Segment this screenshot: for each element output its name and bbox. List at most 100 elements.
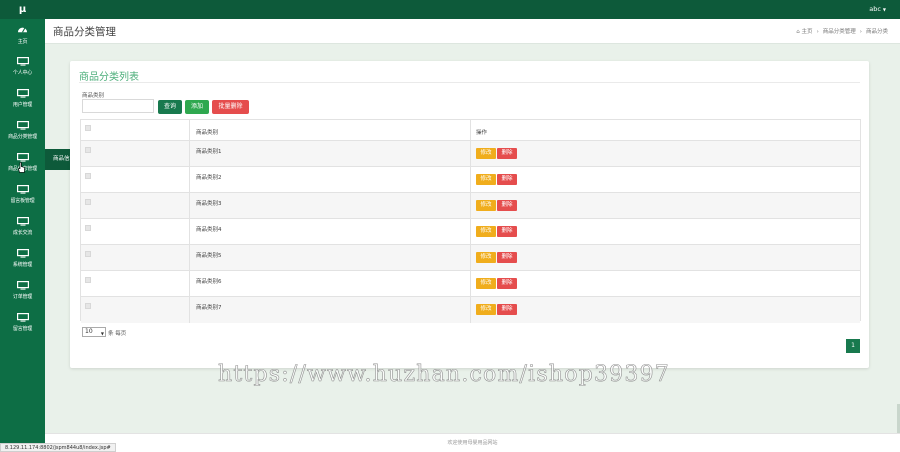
category-name-cell: 商品类别6 [196, 279, 222, 285]
edit-button[interactable]: 修改 [476, 148, 496, 159]
category-name-cell: 商品类别7 [196, 305, 222, 311]
column-header-name[interactable]: 商品类别 [196, 128, 218, 136]
delete-button[interactable]: 删除 [497, 278, 517, 289]
table-row: 商品类别2 修改 删除 [81, 167, 860, 193]
sidebar-item-label: 订单管理 [12, 294, 33, 300]
divider [470, 245, 471, 270]
delete-button[interactable]: 删除 [497, 174, 517, 185]
card-title: 商品分类列表 [79, 72, 139, 83]
monitor-icon [16, 249, 29, 258]
edit-button[interactable]: 修改 [476, 174, 496, 185]
divider [470, 120, 471, 140]
breadcrumb-separator-icon: › [816, 29, 819, 35]
row-checkbox[interactable] [85, 277, 91, 283]
divider [189, 141, 190, 166]
user-menu[interactable]: abc ▼ [869, 0, 886, 19]
category-name-cell: 商品类别4 [196, 227, 222, 233]
watermark-text: https://www.huzhan.com/ishop39397 [218, 362, 670, 388]
sidebar-item-label: 系统管理 [12, 262, 33, 268]
table-row: 商品类别4 修改 删除 [81, 219, 860, 245]
sidebar-item-label: 主页 [17, 39, 28, 45]
status-bar-url: 8.129.11.174:8802/jspm844u8/index.jsp# [0, 443, 116, 452]
divider [470, 167, 471, 192]
table-row: 商品类别6 修改 删除 [81, 271, 860, 297]
row-checkbox[interactable] [85, 147, 91, 153]
category-name-cell: 商品类别1 [196, 149, 222, 155]
delete-button[interactable]: 删除 [497, 304, 517, 315]
edit-button[interactable]: 修改 [476, 226, 496, 237]
sidebar-item-growth[interactable]: 成长交流 [0, 213, 45, 245]
edit-button[interactable]: 修改 [476, 200, 496, 211]
row-checkbox[interactable] [85, 251, 91, 257]
divider [470, 297, 471, 323]
footer-text: 欢迎使用母婴用品网站 [447, 440, 498, 446]
monitor-icon [16, 281, 29, 290]
sidebar-item-orders[interactable]: 订单管理 [0, 277, 45, 309]
breadcrumb: ⌂ 主页 › 商品分类管理 › 商品分类 [796, 27, 888, 35]
breadcrumb-separator-icon: › [859, 29, 862, 35]
divider [470, 219, 471, 244]
sidebar-item-users[interactable]: 用户管理 [0, 85, 45, 117]
category-list-card: 商品分类列表 商品类别 查询 添加 批量删除 商品类别 操作 商品类别1 修改 … [70, 61, 869, 368]
delete-button[interactable]: 删除 [497, 226, 517, 237]
row-checkbox[interactable] [85, 225, 91, 231]
row-checkbox[interactable] [85, 199, 91, 205]
page-size-select[interactable]: 10 ▼ [82, 327, 106, 337]
delete-button[interactable]: 删除 [497, 148, 517, 159]
page-size-value: 10 [85, 328, 93, 335]
sidebar-item-label: 留言管理 [12, 326, 33, 332]
page-title: 商品分类管理 [53, 26, 116, 38]
table-row: 商品类别7 修改 删除 [81, 297, 860, 323]
divider [189, 219, 190, 244]
edit-button[interactable]: 修改 [476, 252, 496, 263]
breadcrumb-current: 商品分类 [865, 29, 888, 35]
table-header-row: 商品类别 操作 [81, 120, 860, 141]
divider [470, 141, 471, 166]
monitor-icon [16, 153, 29, 162]
divider [470, 193, 471, 218]
page-1-button[interactable]: 1 [846, 339, 860, 353]
breadcrumb-category-mgmt[interactable]: 商品分类管理 [823, 29, 856, 35]
row-checkbox[interactable] [85, 303, 91, 309]
breadcrumb-home[interactable]: 主页 [802, 29, 813, 35]
edit-button[interactable]: 修改 [476, 304, 496, 315]
table-row: 商品类别3 修改 删除 [81, 193, 860, 219]
row-checkbox[interactable] [85, 173, 91, 179]
filter-label: 商品类别 [82, 93, 105, 99]
column-header-ops: 操作 [476, 130, 488, 136]
sidebar-item-label: 商品分类管理 [8, 134, 37, 140]
category-name-cell: 商品类别2 [196, 175, 222, 181]
query-button[interactable]: 查询 [158, 100, 182, 114]
delete-button[interactable]: 删除 [497, 200, 517, 211]
table-row: 商品类别1 修改 删除 [81, 141, 860, 167]
sidebar-item-category[interactable]: 商品分类管理 [0, 117, 45, 149]
caret-down-icon: ▼ [882, 7, 886, 12]
sidebar-item-label: 留言板管理 [10, 198, 35, 204]
select-all-checkbox[interactable] [85, 125, 91, 131]
sidebar-item-system[interactable]: 系统管理 [0, 245, 45, 277]
delete-button[interactable]: 删除 [497, 252, 517, 263]
edit-button[interactable]: 修改 [476, 278, 496, 289]
monitor-icon [16, 89, 29, 98]
sidebar-item-label: 用户管理 [12, 102, 33, 108]
per-page-label: 条 每页 [108, 331, 127, 337]
category-table: 商品类别 操作 商品类别1 修改 删除 商品类别2 修改 删除 商品类别3 修改… [80, 119, 861, 323]
footer: 欢迎使用母婴用品网站 [45, 433, 900, 452]
divider [189, 167, 190, 192]
sidebar-item-comments[interactable]: 留言管理 [0, 309, 45, 341]
divider [189, 297, 190, 323]
sidebar-item-messages[interactable]: 留言板管理 [0, 181, 45, 213]
add-button[interactable]: 添加 [185, 100, 209, 114]
category-name-cell: 商品类别5 [196, 253, 222, 259]
category-search-input[interactable] [82, 99, 154, 113]
category-name-cell: 商品类别3 [196, 201, 222, 207]
chevron-down-icon: ▼ [100, 331, 104, 336]
monitor-icon [16, 121, 29, 130]
sidebar-item-profile[interactable]: 个人中心 [0, 53, 45, 85]
sidebar-item-home[interactable]: 主页 [0, 21, 45, 53]
batch-delete-button[interactable]: 批量删除 [212, 100, 249, 114]
app-logo[interactable]: μ [0, 0, 45, 19]
top-bar: μ abc ▼ [0, 0, 900, 19]
home-icon: ⌂ [796, 29, 800, 35]
cursor-pointer-icon [18, 162, 25, 173]
